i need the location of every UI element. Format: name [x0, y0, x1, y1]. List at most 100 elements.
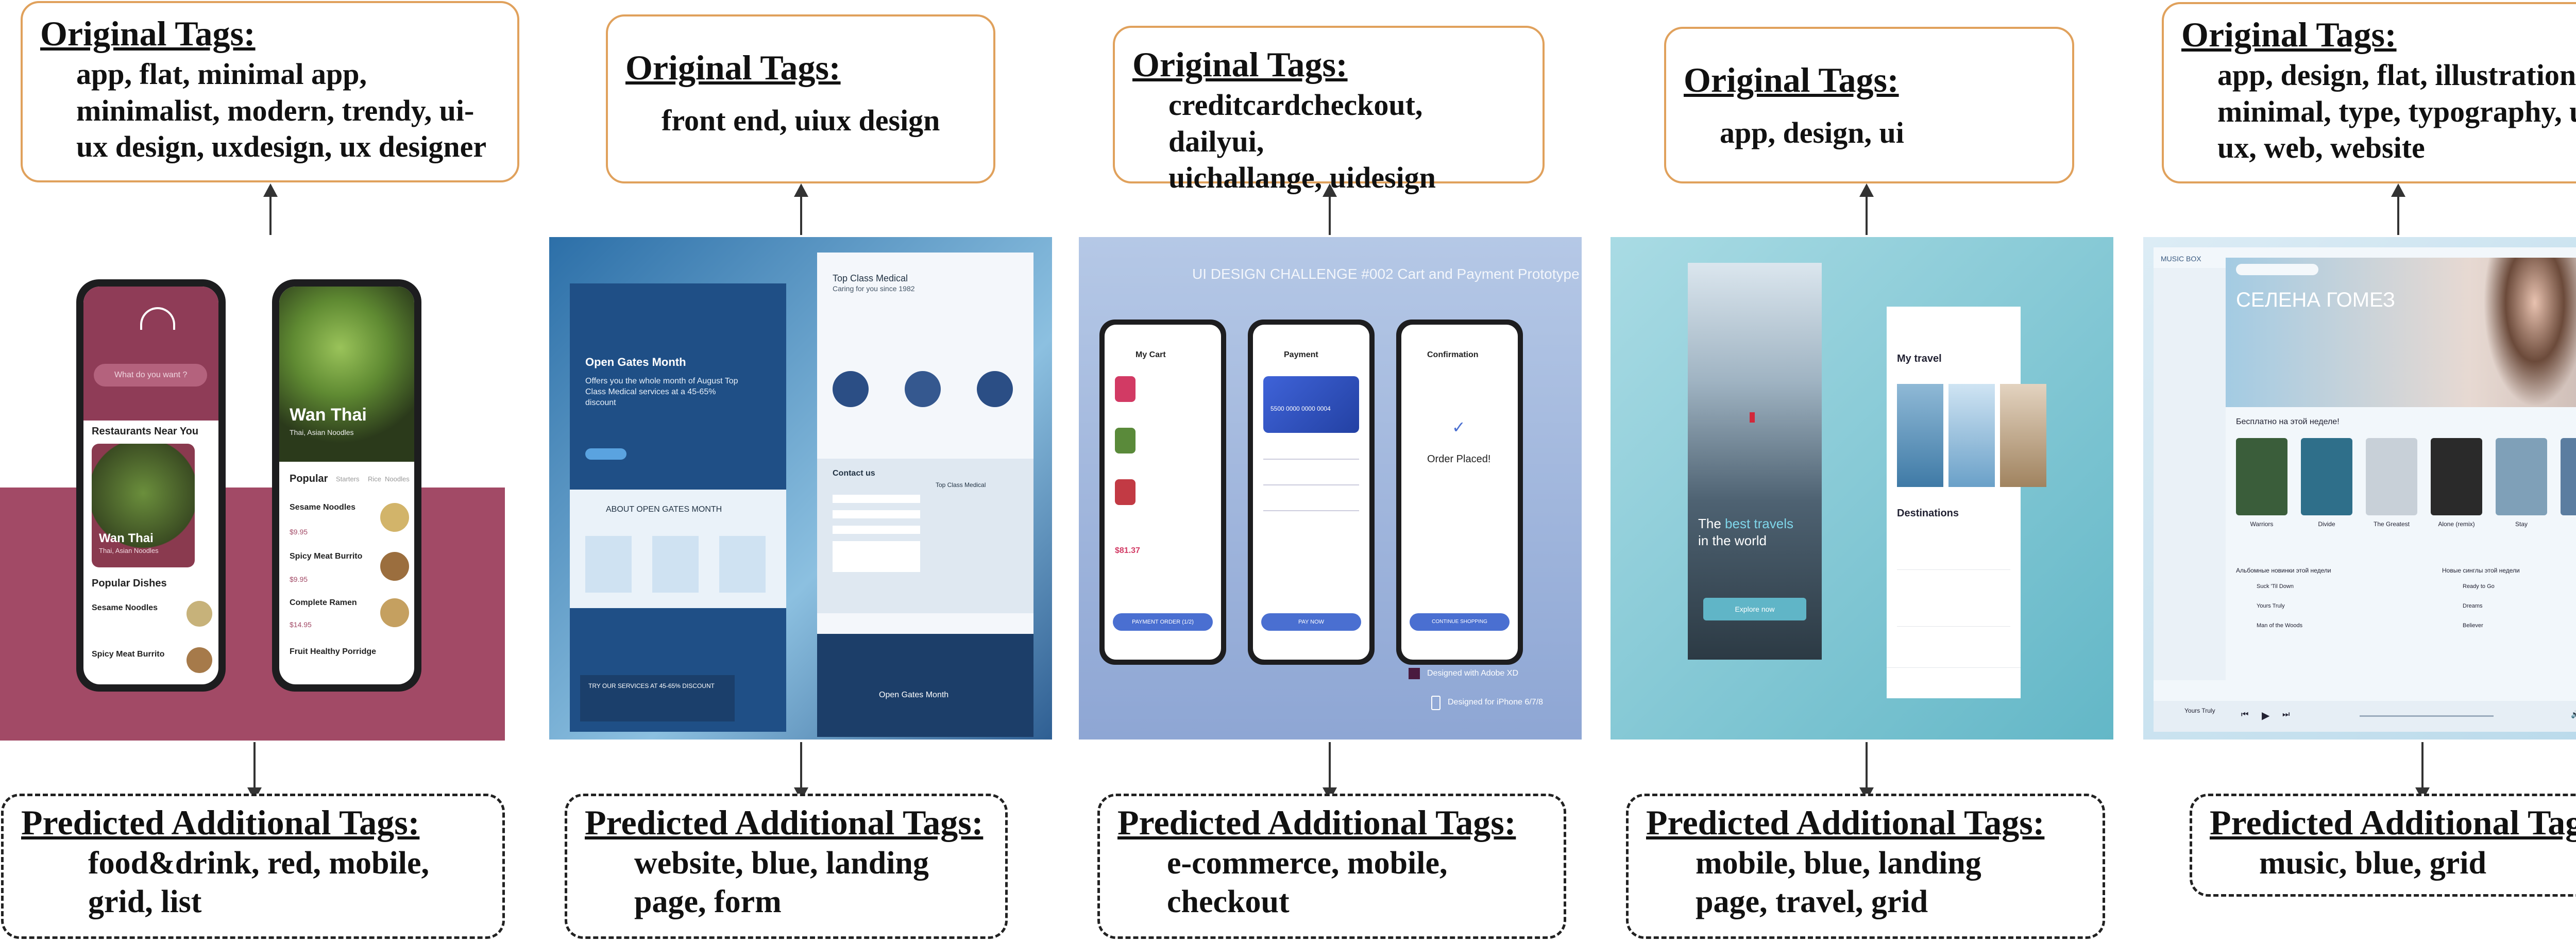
tab-starters[interactable]: Starters [336, 475, 360, 483]
dish-name[interactable]: Complete Ramen [290, 598, 357, 608]
red-band [0, 488, 505, 741]
arrow-line-2-bottom [800, 742, 802, 788]
hero-prefix: The [1698, 516, 1725, 531]
track-item[interactable]: Ready to Go [2463, 583, 2495, 590]
tag-line: page, travel, grid [1696, 884, 1928, 920]
tag-line: creditcardcheckout, dailyui, [1168, 88, 1423, 158]
album-cover[interactable] [2366, 438, 2417, 515]
dish-name[interactable]: Sesame Noodles [290, 503, 355, 512]
travel-photo [1897, 384, 1943, 487]
dish-name[interactable]: Spicy Meat Burrito [290, 552, 362, 561]
predicted-tags-title: Predicted Additional Tags: [585, 803, 984, 842]
dish-name[interactable]: Fruit Healthy Porridge [290, 647, 376, 657]
tag-line: grid, list [88, 884, 202, 920]
adobe-note: Designed with Adobe XD [1427, 669, 1518, 678]
track-item[interactable]: Man of the Woods [2257, 623, 2302, 629]
search-input[interactable]: What do you want ? [94, 364, 207, 387]
arrow-line-3-top [1329, 196, 1331, 235]
tag-line: checkout [1167, 884, 1290, 920]
phone-screen: Confirmation ✓ Order Placed! CONTINUE SH… [1401, 325, 1518, 660]
album-title: Stay [2515, 520, 2528, 528]
predicted-tags-title: Predicted Additional Tags: [21, 803, 420, 842]
checkmark-icon: ✓ [1452, 418, 1466, 436]
explore-button[interactable]: Explore now [1703, 598, 1806, 620]
contact-form-field[interactable] [833, 495, 920, 503]
button-label: Explore now [1735, 605, 1775, 613]
track-item[interactable]: Suck 'Til Down [2257, 583, 2294, 590]
next-icon[interactable]: ⏭ [2282, 710, 2290, 719]
dish-item[interactable]: Spicy Meat Burrito [92, 650, 164, 659]
bottom-nav [1887, 667, 2021, 699]
album-cover[interactable] [2561, 438, 2576, 515]
tag-line: uichallange, uidesign [1168, 161, 1436, 195]
service-card [719, 536, 766, 593]
card-field[interactable] [1263, 484, 1359, 485]
screen-title: Confirmation [1427, 350, 1479, 359]
detail-title: Wan Thai [290, 405, 367, 425]
search-input[interactable] [2236, 264, 2318, 275]
destination-row[interactable] [1897, 595, 2010, 627]
album-cover[interactable] [2496, 438, 2547, 515]
album-title: Divide [2318, 520, 2335, 528]
dish-thumbnail [380, 503, 409, 532]
predicted-tags-text: website, blue, landing page, form [585, 844, 988, 922]
volume-icon[interactable]: 🔊 [2571, 710, 2576, 719]
original-tags-box-2: Original Tags: front end, uiux design [606, 14, 995, 183]
predicted-tags-box-2: Predicted Additional Tags: website, blue… [565, 794, 1008, 939]
progress-bar[interactable] [2360, 715, 2494, 717]
tag-line: mobile, blue, landing [1696, 845, 1981, 881]
search-placeholder: What do you want ? [114, 371, 188, 379]
original-tags-box-4: Original Tags: app, design, ui [1664, 27, 2074, 183]
track-item[interactable]: Dreams [2463, 603, 2483, 609]
prev-icon[interactable]: ⏮ [2241, 710, 2248, 719]
detail-subtitle: Thai, Asian Noodles [290, 428, 354, 436]
original-tags-title: Original Tags: [1684, 60, 1899, 99]
about-section: ABOUT OPEN GATES MONTH [570, 490, 786, 608]
play-icon[interactable]: ▶ [2262, 709, 2269, 722]
track-item[interactable]: Believer [2463, 623, 2483, 629]
payment-order-button[interactable]: PAYMENT ORDER (1/2) [1113, 613, 1213, 631]
predicted-tags-text: food&drink, red, mobile, grid, list [21, 844, 485, 922]
continue-shopping-button[interactable]: CONTINUE SHOPPING [1410, 613, 1510, 631]
original-tags-box-5: Original Tags: app, design, flat, illust… [2162, 2, 2576, 183]
destination-row[interactable] [1897, 539, 2010, 570]
hero-button[interactable] [585, 448, 626, 460]
album-title: Warriors [2250, 520, 2274, 528]
predicted-tags-box-5: Predicted Additional Tags: music, blue, … [2190, 794, 2576, 897]
dish-price: $14.95 [290, 620, 312, 629]
predicted-tags-title: Predicted Additional Tags: [1117, 803, 1516, 842]
order-placed-text: Order Placed! [1427, 453, 1491, 465]
brand-name: Top Class Medical [833, 273, 908, 283]
album-title: The Greatest [2373, 520, 2410, 528]
top-hero [83, 287, 218, 421]
pay-now-button[interactable]: PAY NOW [1261, 613, 1361, 631]
phone-screen: My Cart $81.37 PAYMENT ORDER (1/2) [1105, 325, 1221, 660]
screenshot-checkout-challenge: UI DESIGN CHALLENGE #002 Cart and Paymen… [1079, 237, 1582, 740]
tab-popular[interactable]: Popular [290, 473, 328, 485]
album-cover[interactable] [2301, 438, 2352, 515]
tab-noodles[interactable]: Noodles [385, 475, 410, 483]
cta-title: TRY OUR SERVICES AT 45-65% DISCOUNT [588, 682, 715, 690]
service-card [585, 536, 632, 593]
contact-form-field[interactable] [833, 526, 920, 534]
product-image [1115, 479, 1136, 505]
button-label: CONTINUE SHOPPING [1432, 619, 1487, 625]
album-title: Alone (remix) [2438, 520, 2475, 528]
contact-form-message[interactable] [833, 541, 920, 572]
artist-photo [2483, 258, 2576, 407]
phone-confirmation: Confirmation ✓ Order Placed! CONTINUE SH… [1396, 320, 1523, 665]
doctor-photo [905, 371, 941, 407]
card-field[interactable] [1263, 510, 1359, 511]
phone-right: Wan Thai Thai, Asian Noodles Popular Sta… [272, 279, 421, 692]
album-cover[interactable] [2236, 438, 2287, 515]
dish-item[interactable]: Sesame Noodles [92, 603, 158, 613]
dish-price: $9.95 [290, 575, 308, 583]
screenshot-music-web: MUSIC BOX СЕЛЕНА ГОМЕЗ Бесплатно на этой… [2143, 237, 2576, 740]
tag-line: music, blue, grid [2259, 845, 2486, 881]
track-item[interactable]: Yours Truly [2257, 603, 2285, 609]
card-field[interactable] [1263, 459, 1359, 460]
tab-rice[interactable]: Rice [368, 475, 381, 483]
contact-form-field[interactable] [833, 510, 920, 518]
album-cover[interactable] [2431, 438, 2482, 515]
predicted-tags-box-1: Predicted Additional Tags: food&drink, r… [1, 794, 505, 939]
